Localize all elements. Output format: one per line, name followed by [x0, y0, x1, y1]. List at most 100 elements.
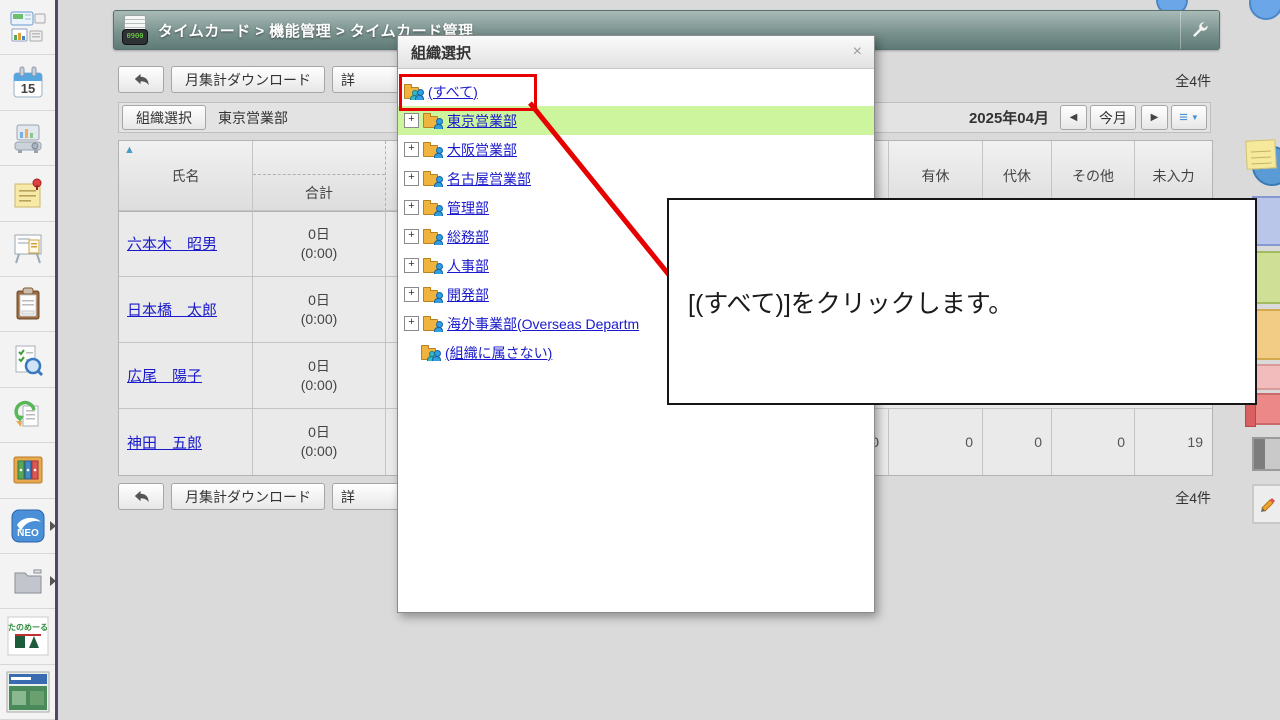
back-button[interactable] [118, 483, 164, 510]
sticky-note-widget[interactable] [1246, 136, 1280, 190]
close-icon[interactable]: × [853, 43, 862, 61]
sidebar-item-ad-banner[interactable] [0, 665, 55, 720]
app-launcher-sidebar: 15 [0, 0, 58, 720]
sidebar-item-neo-launcher[interactable]: NEO [0, 499, 55, 554]
org-link[interactable]: 東京営業部 [447, 111, 517, 131]
sidebar-item-folder[interactable] [0, 554, 55, 609]
left-triangle-icon: ◀ [1070, 112, 1078, 123]
this-month-button[interactable]: 今月 [1090, 105, 1136, 130]
expand-plus-icon[interactable]: + [404, 229, 419, 244]
sidebar-item-portal[interactable] [0, 0, 55, 55]
pencil-icon [1257, 494, 1277, 514]
org-link[interactable]: 管理部 [447, 198, 489, 218]
ad-banner-image [6, 671, 50, 713]
sidebar-item-survey[interactable] [0, 332, 55, 387]
org-folder-icon [423, 113, 445, 129]
org-link[interactable]: 海外事業部(Overseas Departm [447, 314, 639, 334]
back-button[interactable] [118, 66, 164, 93]
hamburger-icon: ≡ [1179, 110, 1188, 125]
projector-icon [10, 120, 46, 156]
sidebar-item-memo[interactable] [0, 166, 55, 221]
month-label: 2025年04月 [969, 107, 1049, 128]
expand-arrow-icon[interactable] [50, 576, 56, 586]
prev-month-button[interactable]: ◀ [1060, 105, 1087, 130]
svg-text:NEO: NEO [17, 528, 39, 539]
right-triangle-icon: ▶ [1151, 112, 1159, 123]
org-none-link[interactable]: (組織に属さない) [445, 343, 552, 363]
screen: 15 [0, 0, 1280, 720]
dialog-title: 組織選択 [411, 42, 471, 63]
undo-arrow-icon [132, 73, 151, 87]
org-select-button[interactable]: 組織選択 [122, 105, 206, 130]
org-folder-icon [423, 316, 445, 332]
total-count-bottom: 全4件 [1175, 488, 1211, 508]
table-row: 神田 五郎 [119, 409, 253, 475]
expand-plus-icon[interactable]: + [404, 171, 419, 186]
paid-leave-cell: 0 [889, 409, 983, 475]
org-link[interactable]: 開発部 [447, 285, 489, 305]
timecard-app-icon: 0900 [122, 15, 148, 45]
org-folder-icon [423, 171, 445, 187]
instruction-text: [(すべて)]をクリックします。 [688, 284, 1013, 320]
notification-bubble [1249, 0, 1280, 20]
board-icon [10, 231, 46, 267]
instruction-callout: [(すべて)]をクリックします。 [667, 198, 1257, 405]
memo-note-icon [10, 176, 46, 210]
sticky-note-icon [1245, 139, 1276, 170]
calendar-icon: 15 [10, 65, 46, 101]
sidebar-item-circulation[interactable] [0, 388, 55, 443]
employee-name-link[interactable]: 日本橋 太郎 [127, 299, 217, 320]
sidebar-item-clipboard[interactable] [0, 277, 55, 332]
total-cell: 0日(0:00) [253, 409, 386, 475]
monthly-summary-download-button[interactable]: 月集計ダウンロード [171, 483, 325, 510]
expand-arrow-icon[interactable] [50, 521, 56, 531]
clipboard-icon [11, 286, 45, 322]
sidebar-item-presentation[interactable] [0, 111, 55, 166]
employee-name-link[interactable]: 六本木 昭男 [127, 233, 217, 254]
org-link[interactable]: 名古屋営業部 [447, 169, 531, 189]
other-cell: 0 [1052, 409, 1135, 475]
svg-text:たのめーる: たのめーる [8, 622, 48, 632]
employee-name-link[interactable]: 神田 五郎 [127, 432, 202, 453]
neo-icon: NEO [9, 507, 47, 545]
list-menu-button[interactable]: ≡ ▼ [1171, 105, 1207, 130]
expand-plus-icon[interactable]: + [404, 142, 419, 157]
sort-ascending-icon[interactable]: ▲ [124, 144, 135, 156]
sticky-tab-gray[interactable] [1252, 437, 1280, 471]
tree-item-osaka[interactable]: + 大阪営業部 [398, 135, 874, 164]
employee-name-link[interactable]: 広尾 陽子 [127, 365, 202, 386]
expand-plus-icon[interactable]: + [404, 113, 419, 128]
settings-button[interactable] [1180, 11, 1219, 49]
expand-plus-icon[interactable]: + [404, 316, 419, 331]
org-link[interactable]: 人事部 [447, 256, 489, 276]
column-header-name[interactable]: ▲ 氏名 [119, 141, 253, 211]
table-row: 広尾 陽子 [119, 343, 253, 409]
org-link[interactable]: 総務部 [447, 227, 489, 247]
expand-plus-icon[interactable]: + [404, 287, 419, 302]
sticky-pencil-button[interactable] [1252, 484, 1280, 524]
sidebar-item-schedule[interactable]: 15 [0, 55, 55, 110]
sidebar-item-bulletin-board[interactable] [0, 222, 55, 277]
dialog-titlebar: 組織選択 × [398, 36, 874, 69]
total-cell: 0日(0:00) [253, 343, 386, 409]
not-entered-cell: 19 [1135, 409, 1212, 475]
comp-leave-cell: 0 [983, 409, 1052, 475]
table-row: 日本橋 太郎 [119, 277, 253, 343]
table-row: 六本木 昭男 [119, 211, 253, 277]
org-folder-icon [423, 229, 445, 245]
circulation-icon [10, 397, 46, 433]
org-folder-icon [423, 287, 445, 303]
expand-plus-icon[interactable]: + [404, 200, 419, 215]
total-cell: 0日(0:00) [253, 211, 386, 277]
column-header-total: 合計 [253, 141, 386, 211]
monthly-summary-download-button[interactable]: 月集計ダウンロード [171, 66, 325, 93]
org-link[interactable]: 大阪営業部 [447, 140, 517, 160]
expand-plus-icon[interactable]: + [404, 258, 419, 273]
folder-icon [10, 565, 46, 597]
sidebar-item-document-management[interactable] [0, 443, 55, 498]
sidebar-item-tanomeru[interactable]: たのめーる [0, 609, 55, 664]
svg-text:15: 15 [20, 81, 34, 96]
tree-item-nagoya[interactable]: + 名古屋営業部 [398, 164, 874, 193]
caret-down-icon: ▼ [1191, 113, 1199, 122]
next-month-button[interactable]: ▶ [1141, 105, 1168, 130]
